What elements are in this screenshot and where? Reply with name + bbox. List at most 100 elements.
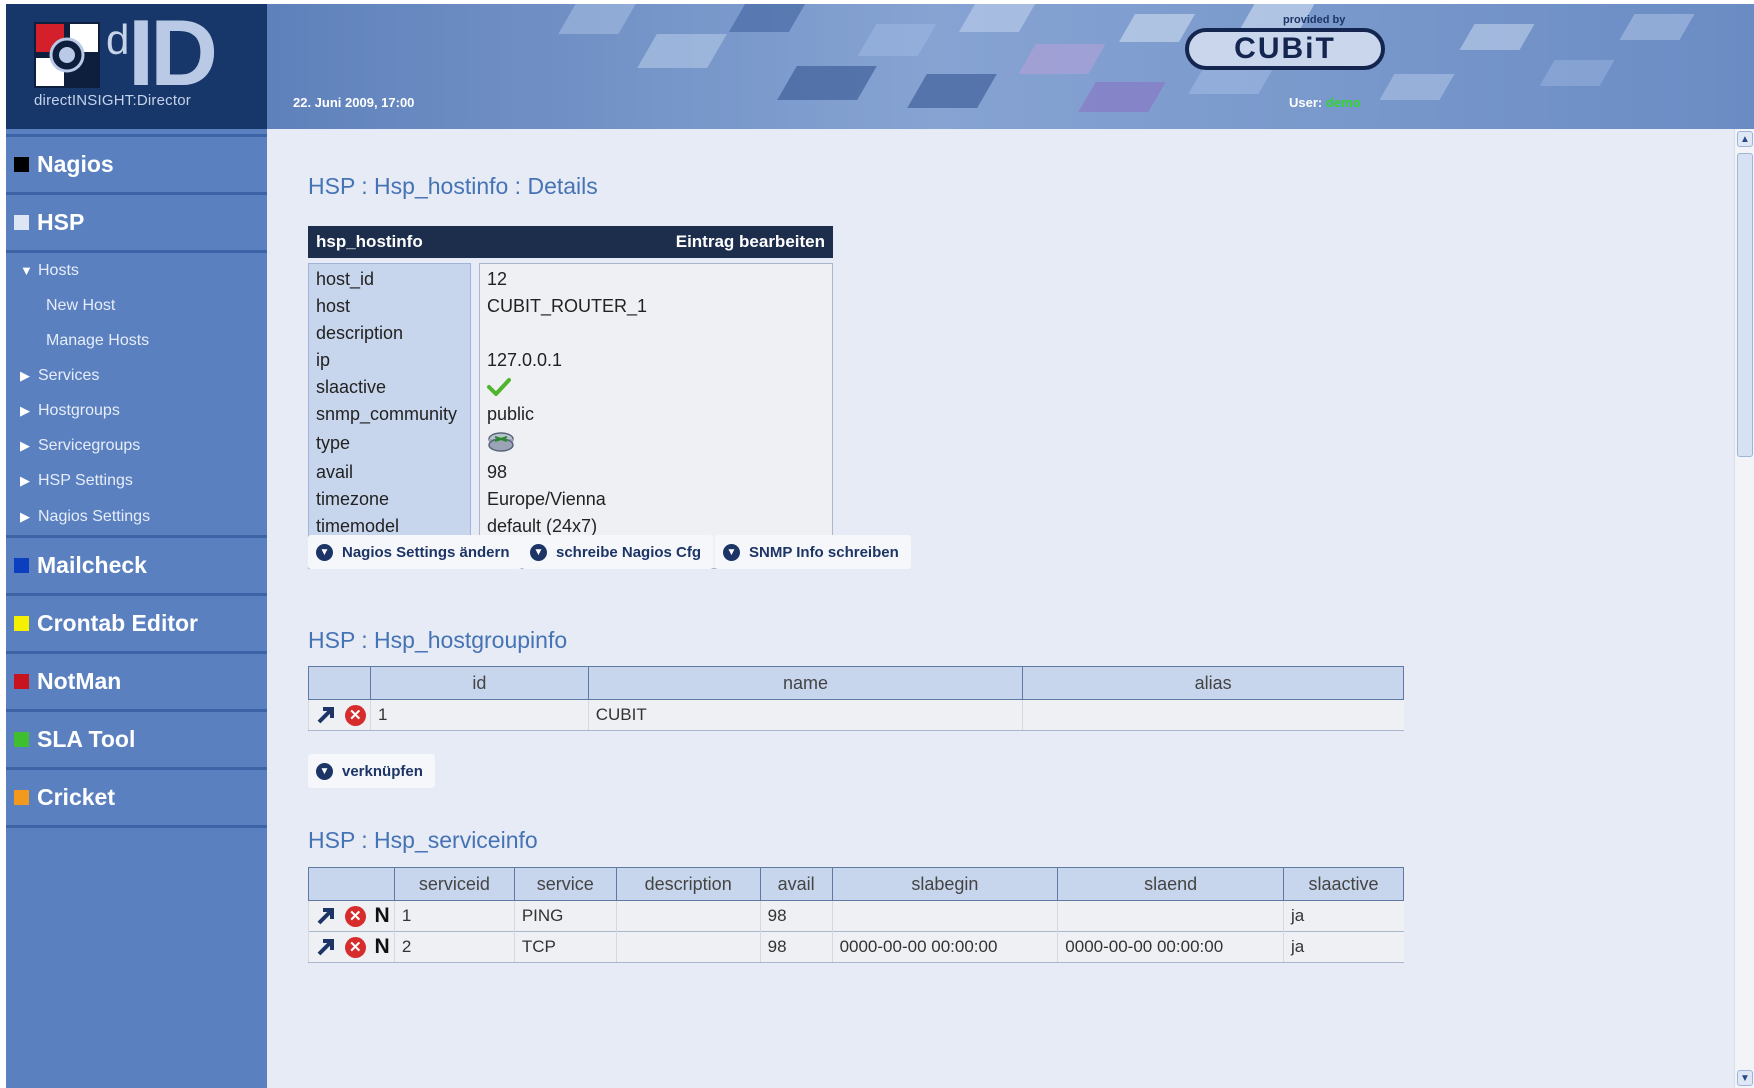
detail-key: host — [316, 295, 351, 316]
delete-icon[interactable]: ✕ — [344, 905, 366, 927]
logo-caption: directINSIGHT:Director — [34, 92, 191, 109]
triangle-right-icon: ▶ — [20, 437, 30, 453]
triangle-right-icon: ▶ — [20, 367, 30, 383]
sidebar-item-hsp-settings[interactable]: ▶ HSP Settings — [6, 463, 267, 498]
provided-by-label: provided by — [1283, 14, 1346, 26]
sidebar: Nagios HSP ▼ Hosts New Host Manage Hosts… — [6, 129, 267, 1088]
detail-value: 12 — [487, 268, 508, 289]
services-table: serviceid service description avail slab… — [308, 867, 1404, 963]
sidebar-category-crontab-editor[interactable]: Crontab Editor — [6, 596, 267, 654]
write-nagios-cfg-button[interactable]: ▼ schreibe Nagios Cfg — [522, 535, 714, 569]
column-header-slabegin[interactable]: slabegin — [831, 867, 1059, 901]
column-header-slaactive[interactable]: slaactive — [1283, 867, 1404, 901]
check-icon — [487, 378, 511, 396]
sidebar-category-label: Mailcheck — [37, 552, 147, 578]
sidebar-category-nagios[interactable]: Nagios — [6, 137, 267, 195]
button-label: Nagios Settings ändern — [342, 543, 510, 561]
cell-avail: 98 — [759, 931, 833, 963]
sidebar-item-servicegroups[interactable]: ▶ Servicegroups — [6, 428, 267, 463]
link-button[interactable]: ▼ verknüpfen — [308, 754, 435, 788]
services-title: HSP : Hsp_serviceinfo — [308, 827, 538, 853]
sidebar-category-notman[interactable]: NotMan — [6, 654, 267, 712]
edit-entry-link[interactable]: Eintrag bearbeiten — [676, 232, 825, 252]
table-header-row: id name alias — [308, 666, 1404, 700]
main-content: HSP : Hsp_hostinfo : Details hsp_hostinf… — [267, 129, 1754, 1088]
router-icon — [488, 432, 514, 452]
sidebar-item-hosts[interactable]: ▼ Hosts — [6, 253, 267, 288]
details-values-column: 12 CUBIT_ROUTER_1 127.0.0.1 public 98 Eu… — [479, 263, 833, 569]
sidebar-category-mailcheck[interactable]: Mailcheck — [6, 538, 267, 596]
sla-tool-square-icon — [14, 732, 29, 747]
logo-d: d — [106, 16, 130, 63]
cell-slabegin: 0000-00-00 00:00:00 — [831, 931, 1058, 963]
column-header-actions — [308, 867, 395, 901]
detail-key: host_id — [316, 268, 375, 289]
hostgroups-title: HSP : Hsp_hostgroupinfo — [308, 627, 568, 653]
sidebar-item-nagios-settings[interactable]: ▶ Nagios Settings — [6, 498, 267, 538]
sidebar-category-label: Crontab Editor — [37, 610, 198, 636]
scroll-down-icon[interactable]: ▼ — [1737, 1070, 1753, 1086]
cell-slabegin — [831, 900, 1058, 932]
row-actions: ✕ — [308, 699, 371, 731]
hsp-square-icon — [14, 215, 29, 230]
user-info: User: demo — [1289, 95, 1361, 110]
column-header-serviceid[interactable]: serviceid — [393, 867, 515, 901]
detail-value-type — [480, 428, 832, 458]
sidebar-item-services[interactable]: ▶ Services — [6, 358, 267, 393]
chevron-down-icon: ▼ — [316, 762, 333, 780]
table-header-row: serviceid service description avail slab… — [308, 867, 1404, 901]
arrow-up-right-icon[interactable] — [316, 907, 336, 925]
delete-icon[interactable]: ✕ — [344, 704, 366, 726]
detail-value: CUBIT_ROUTER_1 — [487, 295, 648, 316]
sidebar-category-hsp[interactable]: HSP — [6, 195, 267, 253]
cell-description — [615, 900, 761, 932]
sidebar-item-label: Nagios Settings — [38, 507, 151, 525]
sidebar-category-label: NotMan — [37, 668, 122, 694]
sidebar-category-sla-tool[interactable]: SLA Tool — [6, 712, 267, 770]
cell-name: CUBIT — [587, 699, 1023, 731]
sidebar-item-label: Hosts — [38, 261, 79, 279]
logo-id: ID — [128, 4, 218, 105]
logo-icon — [34, 22, 100, 88]
delete-icon[interactable]: ✕ — [344, 936, 366, 958]
sidebar-item-label: Services — [38, 366, 100, 384]
cell-serviceid: 1 — [393, 900, 515, 932]
sidebar-item-new-host[interactable]: New Host — [6, 288, 267, 323]
sidebar-item-manage-hosts[interactable]: Manage Hosts — [6, 323, 267, 358]
sidebar-category-label: SLA Tool — [37, 726, 136, 752]
column-header-description[interactable]: description — [615, 867, 761, 901]
logo[interactable]: d ID directINSIGHT:Director — [6, 4, 267, 129]
scroll-up-icon[interactable]: ▲ — [1737, 131, 1753, 147]
vertical-scrollbar[interactable]: ▲ ▼ — [1734, 129, 1754, 1088]
n-icon[interactable]: N — [374, 904, 389, 928]
column-header-id[interactable]: id — [369, 666, 589, 700]
cell-id: 1 — [369, 699, 589, 731]
details-keys-column: host_id host description ip slaactive sn… — [308, 263, 471, 569]
cubit-logo[interactable]: CUBiT — [1185, 28, 1385, 70]
scroll-thumb[interactable] — [1737, 153, 1753, 457]
table-row: ✕ N 1 PING 98 ja — [308, 900, 1404, 932]
nagios-square-icon — [14, 157, 29, 172]
nagios-settings-button[interactable]: ▼ Nagios Settings ändern — [308, 535, 522, 569]
column-header-service[interactable]: service — [513, 867, 617, 901]
column-header-alias[interactable]: alias — [1022, 666, 1404, 700]
arrow-up-right-icon[interactable] — [316, 706, 336, 724]
column-header-avail[interactable]: avail — [759, 867, 833, 901]
n-icon[interactable]: N — [374, 935, 389, 959]
detail-value: Europe/Vienna — [487, 488, 606, 509]
cell-slaactive: ja — [1283, 900, 1404, 932]
sidebar-category-cricket[interactable]: Cricket — [6, 770, 267, 828]
sidebar-item-hostgroups[interactable]: ▶ Hostgroups — [6, 393, 267, 428]
sidebar-category-label: HSP — [37, 209, 85, 235]
hostgroups-table: id name alias ✕ 1 CUBIT — [308, 666, 1404, 731]
cell-slaactive: ja — [1283, 931, 1404, 963]
crontab-square-icon — [14, 616, 29, 631]
table-row: ✕ 1 CUBIT — [308, 699, 1404, 731]
sidebar-item-label: Servicegroups — [38, 436, 141, 454]
arrow-up-right-icon[interactable] — [316, 938, 336, 956]
write-snmp-info-button[interactable]: ▼ SNMP Info schreiben — [715, 535, 911, 569]
details-table-name: hsp_hostinfo — [316, 232, 423, 251]
user-name[interactable]: demo — [1326, 95, 1361, 110]
column-header-slaend[interactable]: slaend — [1057, 867, 1285, 901]
column-header-name[interactable]: name — [587, 666, 1024, 700]
